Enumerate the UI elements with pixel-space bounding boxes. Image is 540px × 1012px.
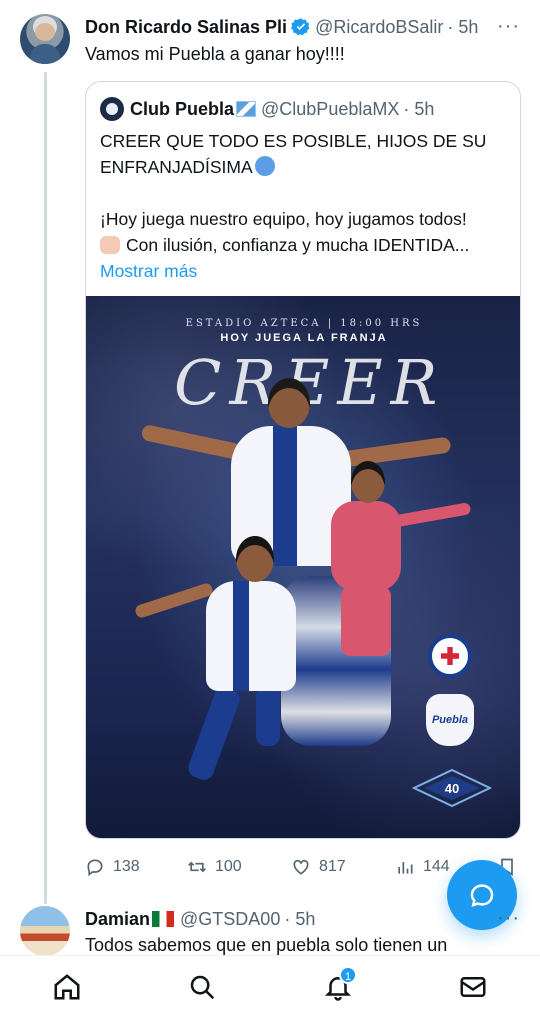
mail-icon (460, 977, 486, 997)
fist-icon (100, 236, 120, 254)
tweet-time[interactable]: · 5h (447, 17, 478, 38)
show-more-link[interactable]: Mostrar más (100, 258, 510, 284)
quoted-tweet-header: Club Puebla @ClubPueblaMX · 5h (100, 96, 434, 122)
puebla-crest-icon: Puebla (426, 694, 474, 746)
goalkeeper-head (351, 461, 385, 503)
retweet-icon (188, 861, 206, 873)
notification-badge: 1 (339, 966, 357, 984)
blue-heart-icon (254, 156, 275, 176)
like-count: 817 (319, 858, 346, 875)
chat-bubble-icon (470, 884, 494, 907)
player-running (206, 581, 296, 691)
views-count: 144 (423, 858, 450, 875)
reply-time[interactable]: · 5h (284, 909, 315, 930)
player-leg (256, 686, 280, 746)
reply-count: 138 (113, 858, 140, 875)
reply-text: Todos sabemos que en puebla solo tienen … (85, 935, 448, 955)
flag-icon (236, 101, 257, 117)
cruz-azul-crest-icon (428, 634, 472, 678)
quoted-line-2-row: ENFRANJADÍSIMA (100, 154, 510, 180)
poster-headline: HOY JUEGA LA FRANJA (220, 332, 388, 344)
player-arm (133, 581, 215, 620)
author-handle[interactable]: @RicardoBSalir (315, 17, 443, 38)
nav-home[interactable] (52, 972, 82, 1002)
reply-button[interactable]: 138 (85, 855, 140, 879)
home-icon (54, 974, 80, 1000)
heart-icon (293, 859, 309, 875)
player-head (268, 378, 310, 428)
nav-search[interactable] (187, 972, 217, 1002)
retweet-button[interactable]: 100 (187, 855, 242, 879)
reply-icon (87, 859, 103, 877)
reply-author-avatar[interactable] (20, 906, 70, 956)
player-arm (140, 423, 242, 461)
like-button[interactable]: 817 (291, 855, 346, 879)
poster-venue: ESTADIO AZTECA | 18:00 HRS (185, 318, 423, 329)
views-chart-icon (398, 862, 413, 874)
quoted-author-handle: @ClubPueblaMX (261, 98, 400, 119)
views-button[interactable]: 144 (395, 855, 450, 879)
tweet-header: Don Ricardo Salinas Pli @RicardoBSalir ·… (85, 15, 530, 39)
goalkeeper (331, 501, 401, 591)
quoted-line-4: Con ilusión, confianza y mucha IDENTIDA.… (126, 235, 470, 255)
thread-line (44, 72, 47, 904)
bottom-nav: 1 (0, 955, 540, 1012)
quoted-author-name: Club Puebla (130, 98, 235, 119)
quoted-line-3: ¡Hoy juega nuestro equipo, hoy jugamos t… (100, 209, 467, 229)
more-options-icon[interactable]: ··· (497, 15, 520, 38)
tweet-text: Vamos mi Puebla a ganar hoy!!!! (85, 44, 345, 64)
player-leg (185, 684, 243, 783)
player-head (236, 536, 274, 582)
match-poster-image[interactable]: ESTADIO AZTECA | 18:00 HRS HOY JUEGA LA … (86, 296, 520, 838)
author-avatar[interactable] (20, 14, 70, 64)
reply-header: Damian @GTSDA00 · 5h ··· (85, 907, 530, 931)
anniversary-40-logo-icon: 40 (411, 768, 493, 808)
goalkeeper-legs (341, 586, 391, 656)
verified-badge-icon (291, 17, 311, 37)
quoted-tweet-text: CREER QUE TODO ES POSIBLE, HIJOS DE SU E… (100, 128, 510, 284)
reply-more-options-icon[interactable]: ··· (497, 907, 520, 930)
quoted-line-4-row: Con ilusión, confianza y mucha IDENTIDA.… (100, 232, 510, 258)
reply-author-name[interactable]: Damian (85, 909, 150, 930)
quoted-line-1: CREER QUE TODO ES POSIBLE, HIJOS DE SU (100, 131, 487, 151)
reply-author-handle[interactable]: @GTSDA00 (180, 909, 280, 930)
quoted-tweet-time: · 5h (403, 98, 435, 119)
goalkeeper-arm (390, 502, 472, 528)
anniversary-40-text: 40 (445, 781, 459, 796)
nav-notifications[interactable]: 1 (323, 966, 357, 1002)
search-icon (190, 975, 215, 1000)
quoted-tweet[interactable]: Club Puebla @ClubPueblaMX · 5h CREER QUE… (85, 81, 521, 839)
club-puebla-avatar (100, 97, 124, 121)
player-arm (340, 436, 452, 468)
mexico-flag-icon (152, 911, 175, 927)
retweet-count: 100 (215, 858, 242, 875)
quoted-line-2: ENFRANJADÍSIMA (100, 157, 253, 177)
nav-messages[interactable] (458, 972, 488, 1002)
author-name[interactable]: Don Ricardo Salinas Pli (85, 17, 287, 38)
